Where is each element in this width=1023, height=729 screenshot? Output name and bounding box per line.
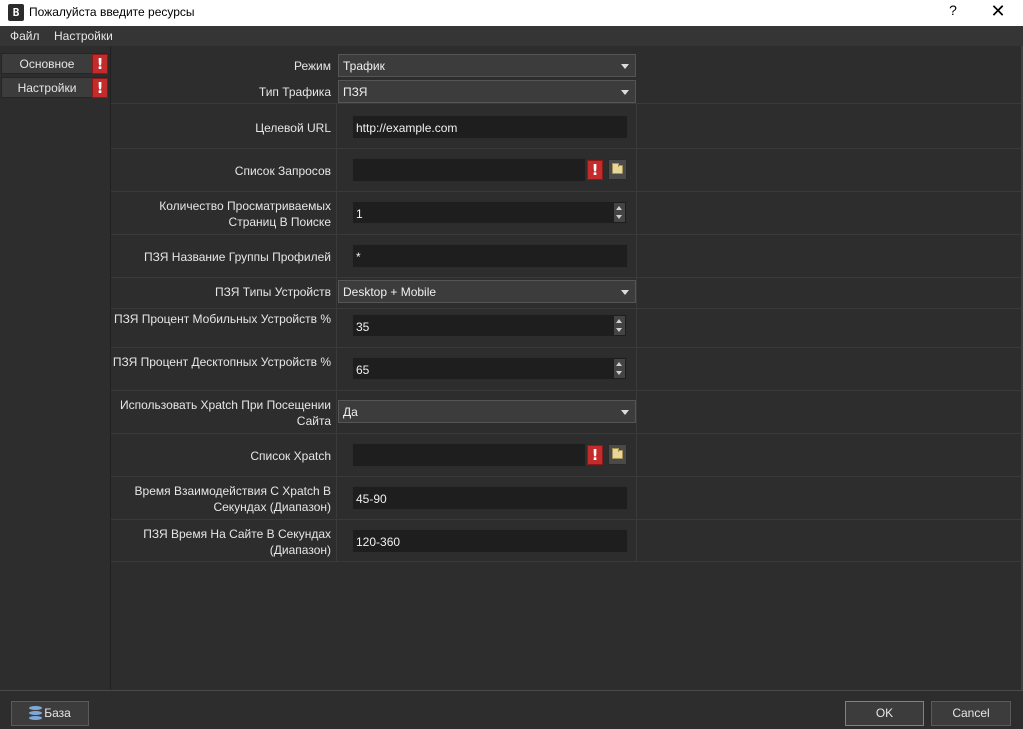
spin-down-icon[interactable] <box>614 368 625 378</box>
pages-count-label: Количество Просматриваемых Страниц В Пои… <box>159 199 331 229</box>
column-divider <box>636 103 637 561</box>
sidebar-item-label: Основное <box>19 57 75 71</box>
app-icon: B <box>8 4 24 21</box>
row-divider <box>111 103 1021 104</box>
mobile-percent-stepper[interactable]: 35 <box>352 314 627 337</box>
desktop-percent-label: ПЗЯ Процент Десктопных Устройств % <box>112 355 331 369</box>
target-url-label: Целевой URL <box>255 121 331 135</box>
use-xpatch-label: Использовать Xpatch При Посещении Сайта <box>119 398 331 428</box>
requests-list-browse-button[interactable] <box>608 159 627 180</box>
button-bar: База OK Cancel <box>0 690 1023 729</box>
requests-list-input[interactable] <box>352 158 586 182</box>
spin-down-icon[interactable] <box>614 325 625 335</box>
row-divider <box>111 347 1021 348</box>
settings-form: Режим Трафик Тип Трафика ПЗЯ Целевой URL… <box>111 46 1021 690</box>
ok-button[interactable]: OK <box>845 701 924 726</box>
cancel-button[interactable]: Cancel <box>931 701 1011 726</box>
pages-count-value: 1 <box>356 207 363 221</box>
help-button[interactable]: ? <box>946 2 960 18</box>
target-url-value: http://example.com <box>356 121 458 135</box>
row-divider <box>111 277 1021 278</box>
warning-icon: ! <box>92 54 108 74</box>
mode-label: Режим <box>294 59 331 73</box>
sidebar-item-main[interactable]: Основное ! <box>1 53 109 74</box>
desktop-percent-value: 65 <box>356 363 370 377</box>
chevron-down-icon <box>621 290 629 295</box>
requests-list-label: Список Запросов <box>234 164 331 178</box>
folder-icon <box>612 448 623 459</box>
traffic-type-value: ПЗЯ <box>343 85 368 99</box>
site-time-input[interactable]: 120-360 <box>352 529 628 553</box>
row-divider <box>111 148 1021 149</box>
mode-select[interactable]: Трафик <box>338 54 636 77</box>
warning-icon: ! <box>92 78 108 98</box>
xpatch-time-value: 45-90 <box>356 492 387 506</box>
xpatch-time-label: Время Взаимодействия С Xpatch В Секундах… <box>134 484 331 514</box>
chevron-down-icon <box>621 410 629 415</box>
database-icon <box>29 706 43 721</box>
traffic-type-select[interactable]: ПЗЯ <box>338 80 636 103</box>
xpatch-list-browse-button[interactable] <box>608 444 627 465</box>
device-types-value: Desktop + Mobile <box>343 285 437 299</box>
menu-bar: Файл Настройки <box>0 26 1023 46</box>
row-divider <box>111 234 1021 235</box>
site-time-value: 120-360 <box>356 535 401 549</box>
row-divider <box>111 191 1021 192</box>
traffic-type-label: Тип Трафика <box>258 85 331 99</box>
chevron-down-icon <box>621 64 629 69</box>
row-divider <box>111 519 1021 520</box>
sidebar-item-label: Настройки <box>17 81 77 95</box>
xpatch-time-input[interactable]: 45-90 <box>352 486 628 510</box>
close-button[interactable]: ✕ <box>988 1 1008 22</box>
menu-settings[interactable]: Настройки <box>54 29 113 43</box>
profile-group-label: ПЗЯ Название Группы Профилей <box>144 250 331 264</box>
pages-count-stepper[interactable]: 1 <box>352 201 627 224</box>
desktop-percent-stepper[interactable]: 65 <box>352 357 627 380</box>
menu-file[interactable]: Файл <box>10 29 40 43</box>
window-title: Пожалуйста введите ресурсы <box>29 5 195 19</box>
xpatch-list-label: Список Xpatch <box>250 449 331 463</box>
sidebar: Основное ! Настройки ! <box>0 46 111 690</box>
mode-value: Трафик <box>343 59 385 73</box>
title-bar: B Пожалуйста введите ресурсы ? ✕ <box>0 0 1023 26</box>
row-divider <box>111 476 1021 477</box>
use-xpatch-select[interactable]: Да <box>338 400 636 423</box>
database-button[interactable]: База <box>11 701 89 726</box>
device-types-label: ПЗЯ Типы Устройств <box>215 285 331 299</box>
xpatch-list-input[interactable] <box>352 443 586 467</box>
warning-icon: ! <box>587 445 603 465</box>
profile-group-value: * <box>356 250 361 264</box>
database-button-label: База <box>44 706 71 720</box>
target-url-input[interactable]: http://example.com <box>352 115 628 139</box>
mobile-percent-value: 35 <box>356 320 370 334</box>
row-divider <box>111 390 1021 391</box>
column-divider <box>336 103 337 561</box>
warning-icon: ! <box>587 160 603 180</box>
use-xpatch-value: Да <box>343 405 358 419</box>
site-time-label: ПЗЯ Время На Сайте В Секундах (Диапазон) <box>143 527 331 557</box>
chevron-down-icon <box>621 90 629 95</box>
device-types-select[interactable]: Desktop + Mobile <box>338 280 636 303</box>
mobile-percent-label: ПЗЯ Процент Мобильных Устройств % <box>113 312 331 326</box>
row-divider <box>111 433 1021 434</box>
row-divider <box>111 561 1021 562</box>
spin-down-icon[interactable] <box>614 212 625 222</box>
folder-icon <box>612 163 623 174</box>
profile-group-input[interactable]: * <box>352 244 628 268</box>
sidebar-item-settings[interactable]: Настройки ! <box>1 77 109 98</box>
row-divider <box>111 308 1021 309</box>
